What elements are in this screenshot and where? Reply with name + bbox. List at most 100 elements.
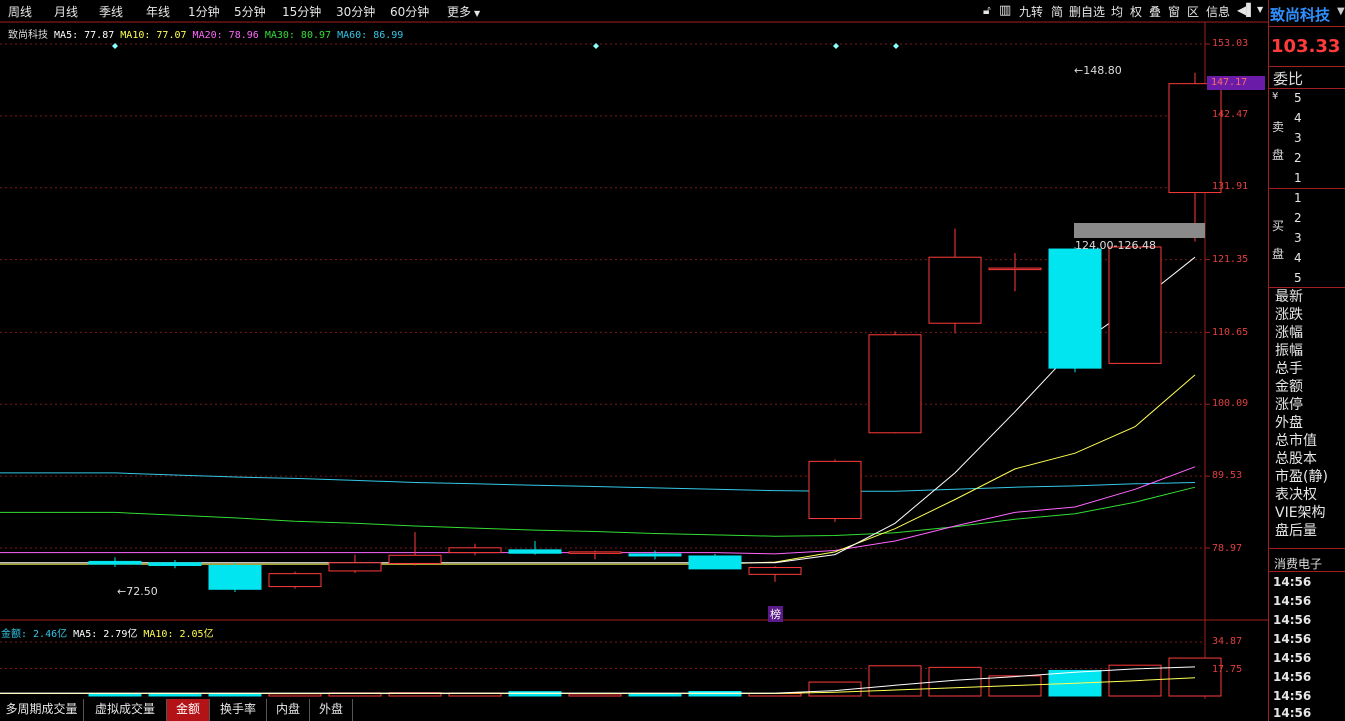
ma-legend-stock: 致尚科技 [8, 30, 48, 41]
field-amount: 金额 [1275, 379, 1303, 395]
price-tick: 153.03 [1212, 38, 1249, 49]
candle [688, 553, 742, 570]
amount-ma10-value: MA10: 2.05亿 [143, 629, 214, 640]
candle [328, 554, 382, 573]
industry-label[interactable]: 消费电子 [1274, 555, 1322, 572]
candle-body [1168, 83, 1222, 194]
sell-level-1: 1 [1294, 171, 1302, 185]
candle-body [448, 547, 502, 554]
candle-body [748, 567, 802, 575]
buy-level-5: 5 [1294, 271, 1302, 285]
high-price-value: 148.80 [1083, 64, 1122, 77]
candle [208, 562, 262, 593]
candle [928, 228, 982, 334]
tick-time: 14:56 [1273, 689, 1312, 703]
candle-body [508, 549, 562, 554]
ma-legend: 致尚科技 MA5: 77.87 MA10: 77.07 MA20: 78.96 … [8, 26, 403, 41]
ma60-value: MA60: 86.99 [337, 30, 404, 41]
ma5-line [0, 256, 1196, 564]
buy-label-top: 买 [1272, 219, 1285, 233]
tick-time: 14:56 [1273, 670, 1312, 684]
high-price-label: ←148.80 [1074, 64, 1122, 77]
amount-bar [628, 693, 682, 697]
ma10-line [0, 374, 1196, 565]
tick-time: 14:56 [1273, 575, 1312, 589]
tab-multi-period-volume[interactable]: 多周期成交量 [0, 699, 84, 721]
tab-inner-volume[interactable]: 内盘 [267, 699, 310, 721]
sell-level-4: 4 [1294, 111, 1302, 125]
indicator-tabs: 多周期成交量 虚拟成交量 金额 换手率 内盘 外盘 [0, 699, 1268, 721]
tab-outer-volume[interactable]: 外盘 [310, 699, 353, 721]
candle-body [88, 560, 142, 565]
divider [1268, 571, 1345, 572]
amount-bar [268, 693, 322, 697]
buy-label-bottom: 盘 [1272, 247, 1285, 261]
candle [388, 532, 442, 566]
buy-level-3: 3 [1294, 231, 1302, 245]
candle-body [1048, 248, 1102, 369]
weibi-label: 委比 [1273, 70, 1304, 88]
candle-body [328, 562, 382, 572]
field-total-volume: 总手 [1275, 361, 1303, 377]
ma30-line [0, 486, 1196, 537]
currency-icon: ¥ [1272, 91, 1279, 102]
amount-tick: 17.75 [1212, 664, 1243, 675]
amount-legend: 金额: 2.46亿 MA5: 2.79亿 MA10: 2.05亿 [1, 625, 214, 640]
amount-ma5-value: MA5: 2.79亿 [73, 629, 138, 640]
sell-label-top: 卖 [1272, 120, 1285, 134]
candle [1048, 247, 1102, 373]
price-tick: 131.91 [1212, 181, 1249, 192]
candlestick-chart[interactable] [0, 0, 1268, 699]
buy-level-1: 1 [1294, 191, 1302, 205]
field-pe-static: 市盈(静) [1275, 469, 1328, 485]
candle-body [388, 554, 442, 564]
price-tick: 142.47 [1212, 109, 1249, 120]
candle-body [928, 256, 982, 324]
tab-virtual-volume[interactable]: 虚拟成交量 [84, 699, 167, 721]
leaderboard-badge[interactable]: 榜 [768, 606, 783, 622]
candle-body [628, 553, 682, 557]
tab-turnover[interactable]: 换手率 [210, 699, 267, 721]
candle-body [148, 562, 202, 566]
field-latest: 最新 [1275, 289, 1303, 305]
sell-level-5: 5 [1294, 91, 1302, 105]
field-limit-up: 涨停 [1275, 397, 1303, 413]
price-range-bar [1074, 223, 1205, 238]
field-outer-volume: 外盘 [1275, 415, 1303, 431]
tick-time: 14:56 [1273, 651, 1312, 665]
candle [628, 550, 682, 560]
candle-body [868, 334, 922, 434]
candle-body [808, 460, 862, 520]
current-price-marker: 147.17 [1207, 76, 1265, 90]
ma30-value: MA30: 80.97 [264, 30, 332, 41]
amount-bar [208, 693, 262, 697]
tick-time: 14:56 [1273, 632, 1312, 646]
candle [868, 331, 922, 434]
amount-bar [88, 693, 142, 697]
candle [808, 459, 862, 522]
field-change-pct: 涨幅 [1275, 325, 1303, 341]
candle [568, 550, 622, 560]
event-marker-icon [112, 43, 118, 49]
ma20-value: MA20: 78.96 [192, 30, 259, 41]
candle-body [568, 551, 622, 554]
candle [748, 566, 802, 582]
event-marker-icon [593, 43, 599, 49]
candle-body [268, 573, 322, 588]
tab-amount[interactable]: 金额 [167, 699, 210, 721]
candle [448, 543, 502, 556]
amount-bar [568, 693, 622, 697]
event-marker-icon [833, 43, 839, 49]
ma10-value: MA10: 77.07 [120, 30, 187, 41]
sell-level-3: 3 [1294, 131, 1302, 145]
candle-body [988, 267, 1042, 271]
divider [1268, 66, 1345, 67]
low-price-label: ←72.50 [117, 585, 158, 598]
divider [1268, 26, 1345, 27]
divider [1268, 188, 1345, 189]
field-total-shares: 总股本 [1275, 451, 1317, 467]
ma5-value: MA5: 77.87 [54, 30, 115, 41]
tick-time: 14:56 [1273, 594, 1312, 608]
price-tick: 89.53 [1212, 470, 1243, 481]
candle [88, 557, 142, 567]
